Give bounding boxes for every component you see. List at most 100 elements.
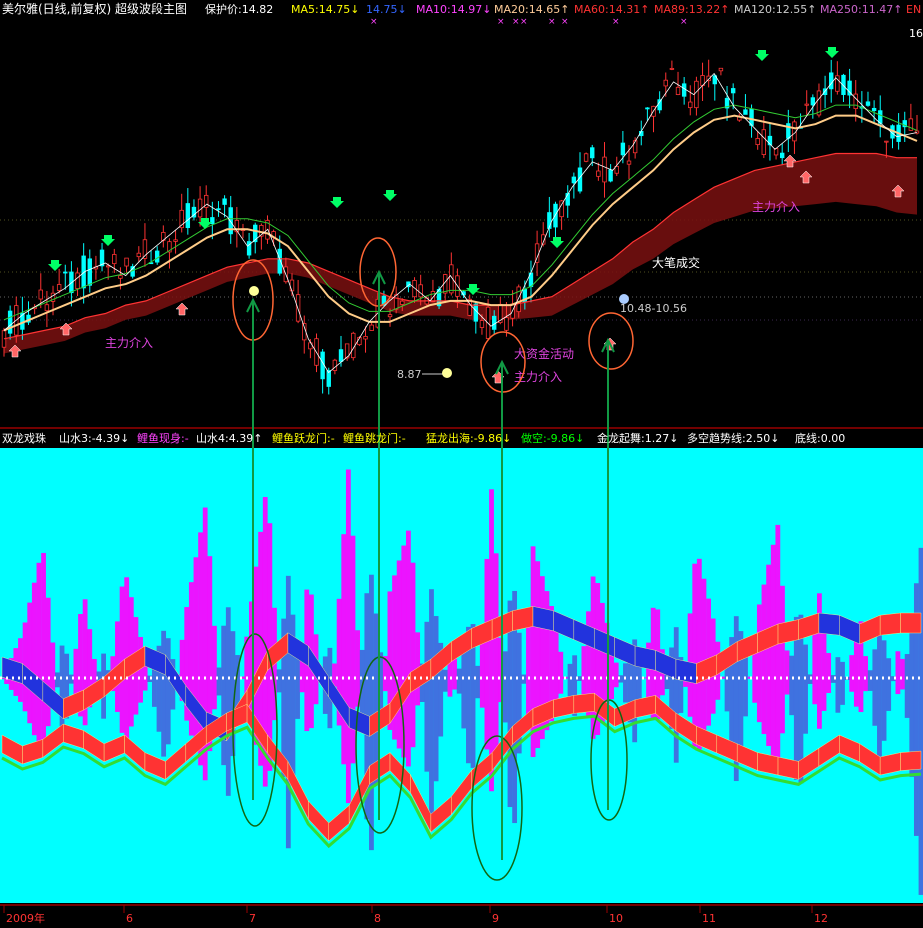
momentum-bar: [526, 614, 531, 717]
momentum-bar: [849, 655, 855, 692]
candle-body: [136, 252, 142, 258]
momentum-bar: [863, 656, 868, 692]
momentum-bar: [165, 638, 171, 745]
momentum-bar: [36, 562, 42, 748]
candle-body: [351, 332, 356, 359]
candle-body: [326, 370, 331, 387]
cross-price-label: 10.48-10.56: [620, 302, 687, 315]
candle-body: [663, 79, 668, 87]
indicator-item-6: 做空:-9.86↓: [521, 431, 584, 445]
xaxis-label-2: 7: [249, 912, 256, 925]
momentum-bar: [775, 524, 781, 770]
momentum-bar: [405, 530, 411, 767]
indicator-item-1: 鲤鱼现身:-: [137, 431, 189, 445]
header-item-1: MA5:14.75↓: [291, 3, 359, 16]
momentum-bar: [373, 613, 379, 786]
momentum-bar: [424, 621, 430, 772]
momentum-bar: [918, 547, 923, 895]
candle-body: [44, 304, 50, 312]
momentum-bar: [442, 669, 448, 692]
annotation-dabi: 大笔成交: [652, 255, 700, 270]
momentum-bar: [285, 575, 291, 849]
candle-body: [332, 359, 338, 371]
momentum-bar: [369, 574, 374, 851]
header-item-8: MA250:11.47↑: [820, 3, 902, 16]
momentum-bar: [345, 469, 351, 804]
candle-body: [632, 140, 638, 154]
xaxis-label-5: 10: [609, 912, 623, 925]
momentum-bar: [55, 672, 60, 688]
momentum-bar: [904, 654, 910, 718]
candle-body: [173, 239, 178, 242]
candle-body: [534, 243, 540, 263]
momentum-bar: [31, 582, 37, 736]
momentum-bar: [701, 578, 707, 738]
candle-body: [743, 109, 748, 115]
momentum-bar: [355, 630, 360, 707]
indicator-title: 双龙戏珠: [2, 431, 46, 445]
trend-ribbon-segment: [634, 645, 656, 671]
indicator-item-4: 鲤鱼跳龙门:-: [343, 431, 406, 445]
momentum-bar: [895, 651, 901, 695]
candle-body: [430, 291, 436, 303]
trend-ribbon-segment: [879, 612, 901, 636]
indicator-item-7: 金龙起舞:1.27↓: [597, 431, 678, 445]
annotation-zhuli-1: 主力介入: [105, 336, 153, 350]
candle-body: [473, 303, 479, 322]
candle-body: [418, 284, 423, 298]
momentum-bar: [553, 626, 559, 709]
xaxis-label-7: 12: [814, 912, 828, 925]
candle-body: [277, 248, 282, 274]
candle-body: [688, 101, 693, 109]
momentum-bar: [502, 651, 508, 723]
momentum-bar: [840, 661, 845, 705]
low-price-label: 8.87: [397, 368, 422, 381]
momentum-bar: [696, 558, 702, 750]
candle-body: [87, 258, 92, 286]
candle-body: [608, 169, 613, 182]
candle-body: [590, 147, 595, 159]
candle-body: [626, 160, 632, 165]
momentum-bar: [766, 564, 772, 746]
candle-body: [295, 294, 301, 322]
trend-ribbon-segment: [777, 619, 799, 645]
header-item-7: MA120:12.55↑: [734, 3, 816, 16]
momentum-bar: [461, 647, 467, 729]
momentum-bar: [756, 604, 762, 723]
momentum-bar: [867, 670, 873, 691]
indicator-item-0: 山水3:-4.39↓: [59, 432, 129, 445]
price-panel-bg: [0, 0, 923, 428]
momentum-bar: [886, 658, 892, 711]
candle-body: [124, 257, 129, 267]
momentum-bar: [216, 667, 222, 696]
indicator-item-5: 猛龙出海:-9.86↓: [426, 431, 511, 445]
momentum-bar: [475, 665, 481, 699]
momentum-bar: [835, 657, 841, 713]
header-item-2: 14.75↓: [366, 3, 407, 16]
trend-ribbon-segment: [532, 606, 554, 632]
momentum-bar: [900, 658, 905, 690]
momentum-bar: [73, 648, 79, 696]
momentum-bar: [881, 640, 887, 741]
momentum-bar: [613, 662, 619, 688]
indicator-panel: [0, 427, 923, 903]
candle-body: [553, 203, 558, 228]
momentum-bar: [484, 558, 490, 750]
momentum-bar: [410, 562, 416, 748]
xaxis-label-4: 9: [492, 912, 499, 925]
candle-body: [118, 275, 123, 279]
header-x-marker-2: ×: [512, 17, 520, 27]
stock-chart: 主力介入主力介入主力介入大资金活动大笔成交8.8710.48-10.56× × × ×…: [0, 0, 923, 928]
candle-body: [865, 101, 871, 106]
candle-body: [878, 110, 883, 124]
momentum-bar: [692, 563, 698, 747]
momentum-bar: [673, 627, 679, 763]
price-panel: 主力介入主力介入主力介入大资金活动大笔成交8.8710.48-10.56× × × ×…: [0, 0, 923, 428]
momentum-bar: [341, 534, 347, 765]
candle-body: [620, 142, 626, 156]
momentum-bar: [789, 655, 795, 716]
momentum-bar: [161, 630, 167, 757]
momentum-bar: [793, 616, 799, 780]
xaxis-label-0: 2009年: [6, 911, 45, 925]
candle-body: [755, 138, 760, 146]
